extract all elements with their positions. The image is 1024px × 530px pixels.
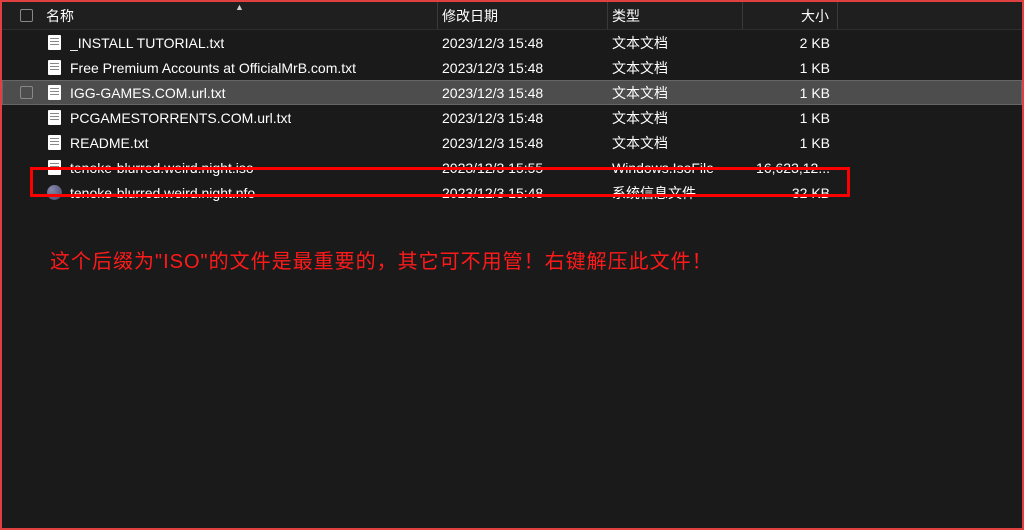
cell-type: 文本文档 bbox=[608, 105, 743, 130]
file-row[interactable]: PCGAMESTORRENTS.COM.url.txt 2023/12/3 15:… bbox=[2, 105, 1022, 130]
file-row[interactable]: Free Premium Accounts at OfficialMrB.com… bbox=[2, 55, 1022, 80]
annotation-text: 这个后缀为"ISO"的文件是最重要的，其它可不用管！右键解压此文件！ bbox=[50, 245, 713, 274]
row-checkbox-cell[interactable] bbox=[20, 36, 42, 49]
cell-date: 2023/12/3 15:48 bbox=[438, 130, 608, 155]
file-row[interactable]: README.txt 2023/12/3 15:48文本文档1 KB bbox=[2, 130, 1022, 155]
cell-size: 1 KB bbox=[743, 80, 838, 105]
sort-asc-icon: ▲ bbox=[235, 2, 244, 12]
cell-date: 2023/12/3 15:48 bbox=[438, 30, 608, 55]
row-checkbox-cell[interactable] bbox=[20, 86, 42, 99]
column-label: 名称 bbox=[46, 6, 74, 26]
file-row[interactable]: IGG-GAMES.COM.url.txt 2023/12/3 15:48文本文档… bbox=[2, 80, 1022, 105]
file-name-label: IGG-GAMES.COM.url.txt bbox=[70, 85, 226, 101]
file-name-label: _INSTALL TUTORIAL.txt bbox=[70, 35, 224, 51]
cell-date: 2023/12/3 15:48 bbox=[438, 180, 608, 205]
file-name-label: README.txt bbox=[70, 135, 149, 151]
column-header-type[interactable]: 类型 bbox=[608, 2, 743, 29]
cell-date: 2023/12/3 15:55 bbox=[438, 155, 608, 180]
cell-size: 1 KB bbox=[743, 130, 838, 155]
row-checkbox-cell[interactable] bbox=[20, 111, 42, 124]
text-file-icon bbox=[46, 135, 62, 151]
file-name-label: PCGAMESTORRENTS.COM.url.txt bbox=[70, 110, 291, 126]
cell-size: 16,623,12... bbox=[743, 155, 838, 180]
row-checkbox-cell[interactable] bbox=[20, 186, 42, 199]
column-label: 修改日期 bbox=[442, 6, 498, 26]
cell-size: 32 KB bbox=[743, 180, 838, 205]
cell-name: _INSTALL TUTORIAL.txt bbox=[42, 30, 438, 55]
file-name-label: Free Premium Accounts at OfficialMrB.com… bbox=[70, 60, 356, 76]
row-checkbox-cell[interactable] bbox=[20, 136, 42, 149]
file-row[interactable]: tenoke-blurred.weird.night.nfo 2023/12/3 … bbox=[2, 180, 1022, 205]
column-label: 类型 bbox=[612, 6, 640, 26]
cell-type: Windows.IsoFile bbox=[608, 155, 743, 180]
cell-name: IGG-GAMES.COM.url.txt bbox=[42, 80, 438, 105]
cell-name: Free Premium Accounts at OfficialMrB.com… bbox=[42, 55, 438, 80]
column-header-name[interactable]: 名称 ▲ bbox=[42, 2, 438, 29]
select-all-checkbox-cell[interactable] bbox=[20, 9, 42, 22]
cell-name: README.txt bbox=[42, 130, 438, 155]
cell-size: 1 KB bbox=[743, 105, 838, 130]
cell-name: tenoke-blurred.weird.night.nfo bbox=[42, 180, 438, 205]
file-name-label: tenoke-blurred.weird.night.iso bbox=[70, 160, 254, 176]
file-name-label: tenoke-blurred.weird.night.nfo bbox=[70, 185, 255, 201]
text-file-icon bbox=[46, 110, 62, 126]
cell-date: 2023/12/3 15:48 bbox=[438, 55, 608, 80]
row-checkbox-cell[interactable] bbox=[20, 61, 42, 74]
checkbox-icon bbox=[20, 86, 33, 99]
column-header-date[interactable]: 修改日期 bbox=[438, 2, 608, 29]
file-row[interactable]: tenoke-blurred.weird.night.iso 2023/12/3 … bbox=[2, 155, 1022, 180]
file-row[interactable]: _INSTALL TUTORIAL.txt 2023/12/3 15:48文本文档… bbox=[2, 30, 1022, 55]
cell-type: 文本文档 bbox=[608, 30, 743, 55]
cell-type: 系统信息文件 bbox=[608, 180, 743, 205]
column-header-size[interactable]: 大小 bbox=[743, 2, 838, 29]
cell-size: 2 KB bbox=[743, 30, 838, 55]
column-label: 大小 bbox=[801, 6, 829, 26]
cell-name: PCGAMESTORRENTS.COM.url.txt bbox=[42, 105, 438, 130]
file-explorer-panel: 名称 ▲ 修改日期 类型 大小 _INSTALL TUTORIAL.txt 202… bbox=[0, 0, 1024, 530]
text-file-icon bbox=[46, 85, 62, 101]
checkbox-icon bbox=[20, 9, 33, 22]
cell-name: tenoke-blurred.weird.night.iso bbox=[42, 155, 438, 180]
cell-type: 文本文档 bbox=[608, 130, 743, 155]
column-header-row: 名称 ▲ 修改日期 类型 大小 bbox=[2, 2, 1022, 30]
row-checkbox-cell[interactable] bbox=[20, 161, 42, 174]
text-file-icon bbox=[46, 35, 62, 51]
text-file-icon bbox=[46, 160, 62, 176]
cell-type: 文本文档 bbox=[608, 80, 743, 105]
cell-type: 文本文档 bbox=[608, 55, 743, 80]
cell-size: 1 KB bbox=[743, 55, 838, 80]
nfo-file-icon bbox=[46, 185, 62, 201]
file-list: _INSTALL TUTORIAL.txt2023/12/3 15:48文本文档… bbox=[2, 30, 1022, 205]
cell-date: 2023/12/3 15:48 bbox=[438, 80, 608, 105]
cell-date: 2023/12/3 15:48 bbox=[438, 105, 608, 130]
text-file-icon bbox=[46, 60, 62, 76]
